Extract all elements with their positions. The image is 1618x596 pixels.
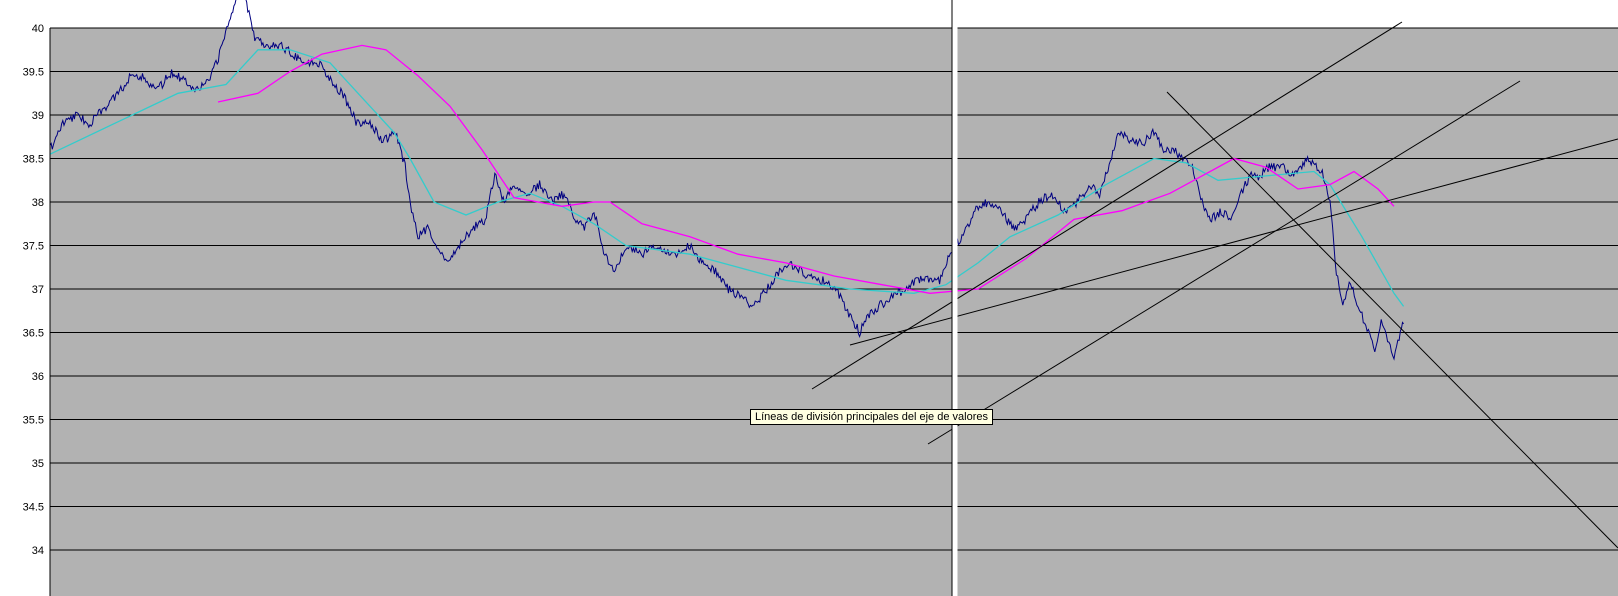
y-axis-ticks: 40 39.5 39 38.5 38 37.5 37 36.5 36 35.5 35 34.5 34: [23, 23, 44, 557]
chart: 40 39.5 39 38.5 38 37.5 37 36.5 36 35.5 35 34.5 34 L…: [0, 0, 1618, 596]
y-tick-label: 36.5: [23, 328, 44, 340]
y-tick-label: 36: [32, 371, 44, 383]
chart-svg: 40 39.5 39 38.5 38 37.5 37 36.5 36 35.5 35 34.5 34: [23, 0, 1618, 596]
y-tick-label: 38: [32, 197, 44, 209]
tooltip: Líneas de división principales del eje d…: [750, 409, 993, 425]
plot-area[interactable]: [50, 28, 1618, 596]
y-tick-label: 38.5: [23, 154, 44, 166]
y-tick-label: 35.5: [23, 415, 44, 427]
y-tick-label: 40: [32, 23, 44, 35]
y-tick-label: 34.5: [23, 502, 44, 514]
y-tick-label: 39.5: [23, 67, 44, 79]
y-tick-label: 37: [32, 284, 44, 296]
y-tick-label: 35: [32, 458, 44, 470]
y-tick-label: 37.5: [23, 241, 44, 253]
y-tick-label: 39: [32, 110, 44, 122]
y-tick-label: 34: [32, 545, 44, 557]
